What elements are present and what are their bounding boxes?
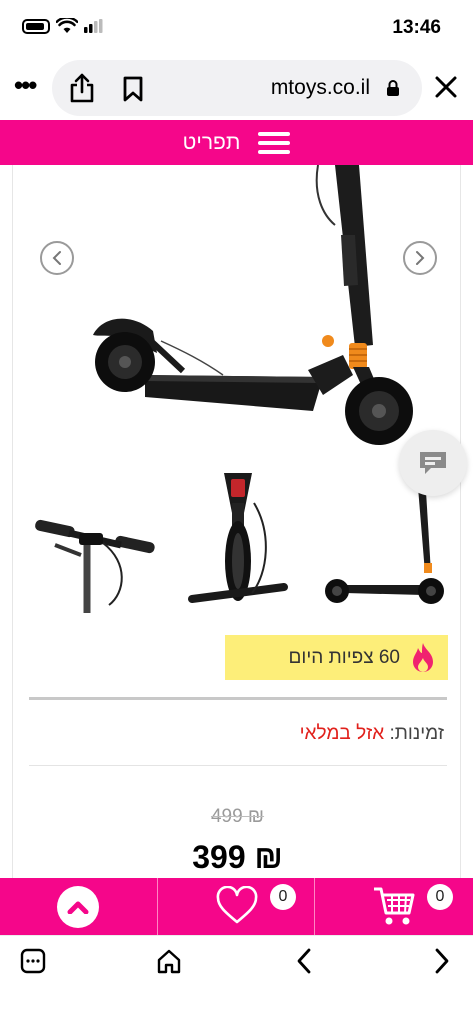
section-divider (29, 697, 447, 700)
product-main-image[interactable] (73, 165, 413, 465)
arrow-up-icon (57, 886, 99, 928)
status-time: 13:46 (392, 17, 441, 38)
views-count: 60 (378, 646, 400, 668)
availability-status: אזל במלאי (299, 723, 385, 744)
bookmark-icon[interactable] (122, 76, 144, 102)
wifi-icon (56, 18, 78, 33)
views-label: צפיות היום (288, 646, 374, 668)
heart-icon (216, 886, 258, 924)
views-text: 60 צפיות היום (289, 647, 400, 669)
fire-icon (413, 642, 433, 672)
bottom-action-bar: 0 0 (0, 878, 473, 935)
cart-button[interactable]: 0 (315, 878, 473, 935)
views-today-badge: 60 צפיות היום (225, 635, 448, 680)
scroll-top-button[interactable] (0, 878, 158, 935)
old-price: 499 ₪ (210, 806, 265, 827)
more-icon[interactable]: ••• (14, 72, 37, 98)
lock-icon (387, 80, 399, 96)
row-divider (29, 765, 447, 766)
menu-bar[interactable]: תפריט (0, 120, 473, 165)
wishlist-button[interactable]: 0 (158, 878, 315, 935)
product-content: 60 צפיות היום זמינות: אזל במלאי 499 ₪ 39… (12, 165, 461, 878)
address-field[interactable]: mtoys.co.il (52, 60, 422, 116)
chat-button[interactable] (399, 430, 467, 496)
chevron-left-icon (52, 251, 61, 265)
availability-row: זמינות: אזל במלאי (300, 723, 444, 745)
cart-count: 0 (427, 884, 453, 910)
back-icon[interactable] (292, 948, 318, 974)
thumbnail-strip (29, 473, 447, 623)
browser-url-bar: ••• mtoys.co.il (0, 58, 473, 120)
battery-icon (22, 18, 50, 34)
share-icon[interactable] (68, 73, 96, 103)
hamburger-icon[interactable] (258, 131, 291, 154)
signal-icon (84, 19, 103, 33)
status-bar: 13:46 (0, 0, 473, 58)
status-icons (22, 18, 104, 34)
home-icon[interactable] (156, 948, 182, 974)
close-icon[interactable] (433, 74, 459, 100)
current-price: 399 ₪ (192, 839, 283, 875)
thumbnail-front-view[interactable] (172, 473, 304, 623)
browser-toolbar (0, 935, 473, 1024)
tabs-icon[interactable] (20, 948, 46, 974)
forward-icon[interactable] (428, 948, 454, 974)
cart-icon (374, 887, 415, 925)
chat-icon (420, 452, 446, 474)
availability-label: זמינות: (389, 723, 445, 744)
wishlist-count: 0 (270, 884, 296, 910)
gallery-prev-button[interactable] (40, 241, 74, 275)
thumbnail-handlebar[interactable] (29, 473, 161, 623)
menu-label[interactable]: תפריט (183, 131, 241, 155)
chevron-right-icon (416, 251, 425, 265)
url-host: mtoys.co.il (270, 76, 370, 99)
